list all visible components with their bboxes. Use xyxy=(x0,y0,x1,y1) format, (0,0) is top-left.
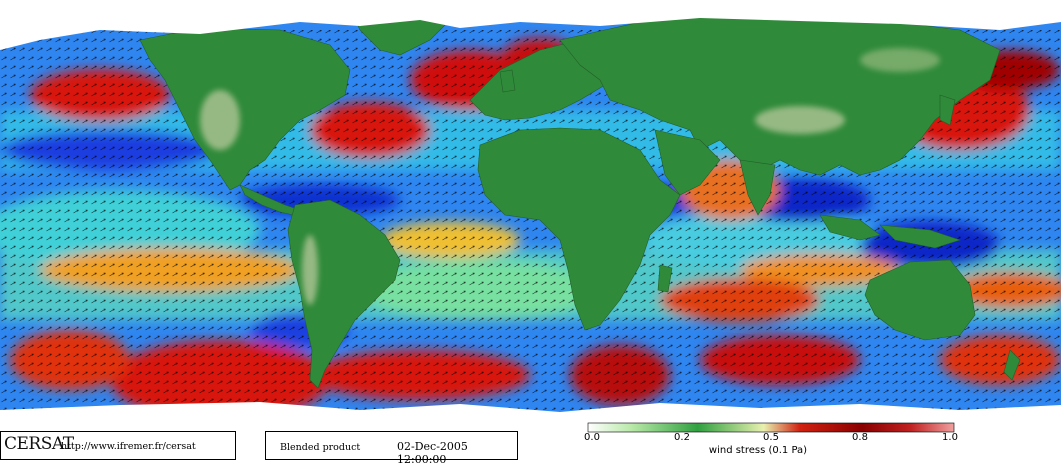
colorbar-title: wind stress (0.1 Pa) xyxy=(708,445,808,456)
datetime-label: 02-Dec-2005 12:00:00 xyxy=(397,440,468,466)
credit-box: CERSAT http://www.ifremer.fr/cersat xyxy=(0,431,236,460)
product-info-box: Blended product 02-Dec-2005 12:00:00 xyxy=(265,431,518,466)
colorbar-tick-3: 0.8 xyxy=(852,432,868,443)
colorbar-tick-0: 0.0 xyxy=(584,432,600,443)
colorbar-tick-4: 1.0 xyxy=(942,432,958,443)
colorbar-tick-2: 0.5 xyxy=(763,432,779,443)
colorbar xyxy=(587,422,955,433)
product-label: Blended product xyxy=(280,442,361,453)
cersat-url-link[interactable]: http://www.ifremer.fr/cersat xyxy=(61,441,196,452)
colorbar-labels: 0.0 0.2 0.5 0.8 1.0 wind stress (0.1 Pa) xyxy=(580,432,960,460)
wind-stress-map xyxy=(0,0,1061,462)
colorbar-tick-1: 0.2 xyxy=(674,432,690,443)
